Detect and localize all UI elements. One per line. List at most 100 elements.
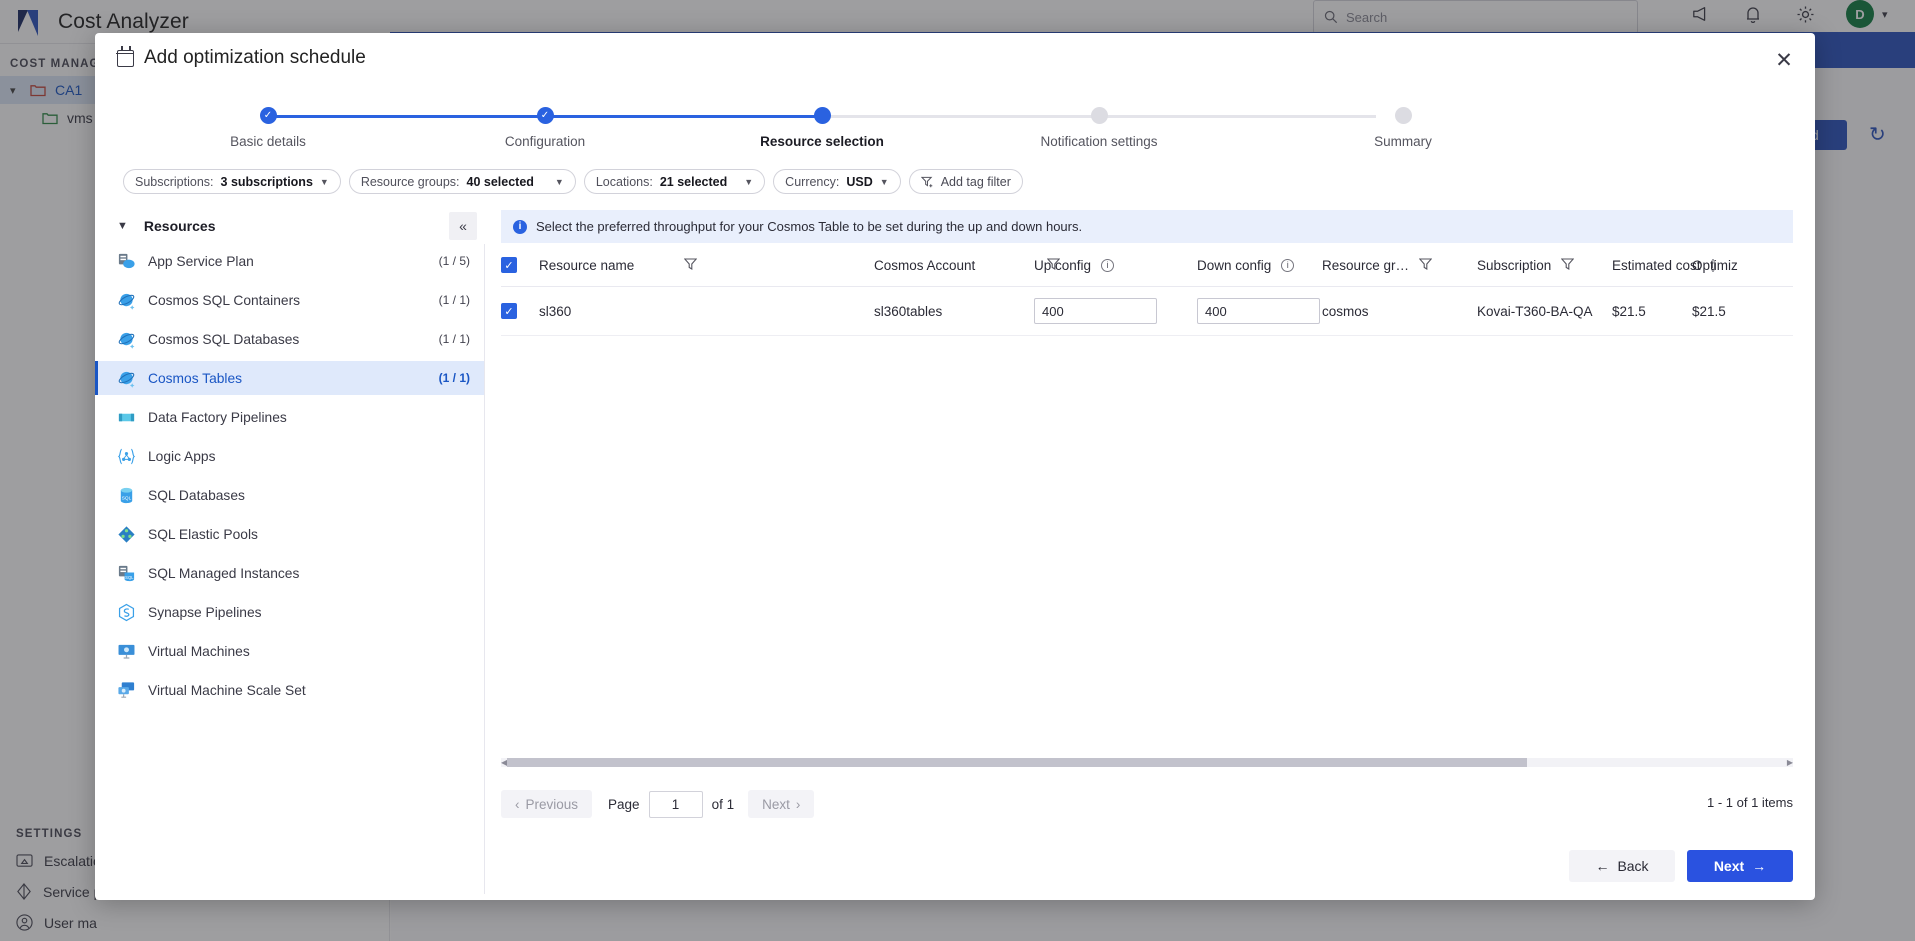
back-button[interactable]: ← Back (1569, 850, 1675, 882)
cosmos-db-icon (118, 293, 135, 310)
filter-subscriptions[interactable]: Subscriptions: 3 subscriptions ▼ (123, 169, 341, 194)
column-label: Optimiz (1692, 257, 1738, 273)
resource-item-sql-elastic-pools[interactable]: SQL Elastic Pools (95, 517, 484, 551)
resource-item-app-service-plan[interactable]: App Service Plan (1 / 5) (95, 244, 484, 278)
resource-item-label: Virtual Machine Scale Set (148, 682, 306, 698)
resource-item-label: Cosmos Tables (148, 370, 243, 386)
filter-bar: Subscriptions: 3 subscriptions ▼ Resourc… (95, 163, 1815, 194)
row-select-cell: ✓ (501, 286, 539, 336)
column-label: Estimated cost (1612, 257, 1701, 273)
resource-item-cosmos-sql-containers[interactable]: Cosmos SQL Containers (1 / 1) (95, 283, 484, 317)
arrow-right-icon: → (1752, 858, 1767, 874)
column-label: Resource gr… (1322, 257, 1410, 273)
scroll-right-icon[interactable]: ▶ (1787, 758, 1793, 767)
next-page-button[interactable]: Next › (748, 790, 815, 818)
resource-item-count: (1 / 5) (438, 254, 470, 268)
resource-item-label: SQL Managed Instances (148, 565, 300, 581)
col-resource-name-filter (683, 243, 874, 287)
up-config-input[interactable] (1034, 298, 1157, 324)
step-dot-done: ✓ (536, 107, 554, 124)
resource-item-label: SQL Elastic Pools (148, 526, 258, 542)
cell-spacer (684, 286, 874, 336)
resource-item-label: Cosmos SQL Databases (148, 331, 300, 347)
resource-item-count: (1 / 1) (438, 332, 470, 346)
synapse-icon (118, 603, 135, 621)
data-factory-icon (118, 413, 135, 421)
resource-item-label: Cosmos SQL Containers (148, 292, 301, 308)
column-label: Subscription (1477, 257, 1552, 273)
chevron-left-icon: ‹ (515, 796, 520, 812)
cell-resource-group: cosmos (1322, 286, 1477, 336)
step-summary[interactable]: Summary (1323, 107, 1483, 149)
chevron-down-icon: ▼ (554, 176, 564, 187)
virtual-machine-icon (118, 644, 135, 659)
col-estimated-cost: Estimated cost i (1612, 243, 1715, 287)
resource-item-label: Data Factory Pipelines (148, 409, 287, 425)
resource-item-vmss[interactable]: Virtual Machine Scale Set (95, 673, 484, 707)
close-icon[interactable]: ✕ (1771, 47, 1797, 73)
info-icon[interactable]: i (1101, 258, 1115, 272)
chevron-down-icon: ▼ (117, 220, 128, 232)
resources-header[interactable]: ▼ Resources (95, 210, 485, 244)
step-label: Resource selection (760, 134, 884, 149)
vmss-icon (118, 681, 135, 698)
cell-resource-name: sl360 (539, 286, 684, 336)
filter-locations[interactable]: Locations: 21 selected ▼ (583, 169, 766, 194)
resource-item-label: Synapse Pipelines (148, 604, 262, 620)
resource-item-sql-managed-instances[interactable]: SQL SQL Managed Instances (95, 556, 484, 590)
chevron-right-icon: › (795, 796, 801, 812)
resource-item-count: (1 / 1) (438, 371, 470, 385)
step-notification-settings[interactable]: Notification settings (1019, 107, 1179, 149)
column-label: Cosmos Account (874, 257, 976, 273)
sql-managed-instance-icon: SQL (118, 565, 134, 581)
resource-item-cosmos-sql-databases[interactable]: Cosmos SQL Databases (1 / 1) (95, 322, 484, 356)
filter-name: Currency: (785, 174, 840, 189)
next-button[interactable]: Next → (1687, 850, 1793, 882)
filter-value: 21 selected (659, 174, 728, 189)
table-row[interactable]: ✓ sl360 sl360tables cosmos (501, 286, 1793, 336)
resource-item-logic-apps[interactable]: Logic Apps (95, 439, 484, 473)
step-label: Summary (1374, 134, 1432, 149)
column-label: Up config (1034, 257, 1092, 273)
cosmos-db-icon (118, 332, 135, 349)
col-subscription: Subscription (1477, 243, 1612, 287)
previous-page-button[interactable]: ‹ Previous (501, 790, 593, 818)
step-resource-selection[interactable]: Resource selection (742, 107, 902, 149)
col-resource-group: Resource gr… (1322, 243, 1477, 287)
cell-estimated-cost: $21.5 (1612, 286, 1692, 336)
cell-subscription: Kovai-T360-BA-QA (1477, 286, 1612, 336)
next-label: Next (1713, 858, 1745, 874)
col-cosmos-account: Cosmos Account (874, 243, 1061, 287)
filter-name: Locations: (595, 174, 653, 189)
info-icon[interactable]: i (1281, 258, 1295, 272)
filter-icon[interactable] (1418, 257, 1433, 273)
sql-elastic-pool-icon (118, 525, 135, 543)
step-basic-details[interactable]: ✓ Basic details (188, 107, 348, 149)
filter-icon[interactable] (1560, 257, 1575, 273)
scrollbar-thumb[interactable] (507, 758, 1527, 767)
filter-add-tag[interactable]: Add tag filter (908, 169, 1023, 194)
resource-item-cosmos-tables[interactable]: Cosmos Tables (1 / 1) (95, 361, 484, 395)
resource-item-data-factory-pipelines[interactable]: Data Factory Pipelines (95, 400, 484, 434)
resource-item-virtual-machines[interactable]: Virtual Machines (95, 634, 484, 668)
step-label: Basic details (230, 134, 306, 149)
filter-resource-groups[interactable]: Resource groups: 40 selected ▼ (348, 169, 576, 194)
resource-item-synapse-pipelines[interactable]: Synapse Pipelines (95, 595, 484, 629)
items-count-label: 1 - 1 of 1 items (1707, 795, 1793, 810)
filter-icon[interactable] (683, 257, 698, 273)
select-all-checkbox[interactable]: ✓ (501, 257, 517, 273)
horizontal-scrollbar[interactable]: ◀ ▶ (501, 758, 1793, 767)
down-config-input[interactable] (1197, 298, 1320, 324)
page-number-input[interactable] (648, 790, 703, 818)
step-configuration[interactable]: ✓ Configuration (465, 107, 625, 149)
filter-value: USD (846, 174, 873, 189)
collapse-sidebar-icon[interactable]: « (449, 212, 477, 240)
row-checkbox[interactable]: ✓ (501, 303, 517, 319)
resources-heading: Resources (143, 218, 216, 234)
chevron-down-icon: ▼ (319, 176, 329, 187)
filter-currency[interactable]: Currency: USD ▼ (773, 169, 901, 194)
cell-up-config (1034, 286, 1197, 336)
step-dot-active (813, 107, 831, 124)
total-pages-label: of 1 (711, 796, 735, 812)
resource-item-sql-databases[interactable]: SQL SQL Databases (95, 478, 484, 512)
